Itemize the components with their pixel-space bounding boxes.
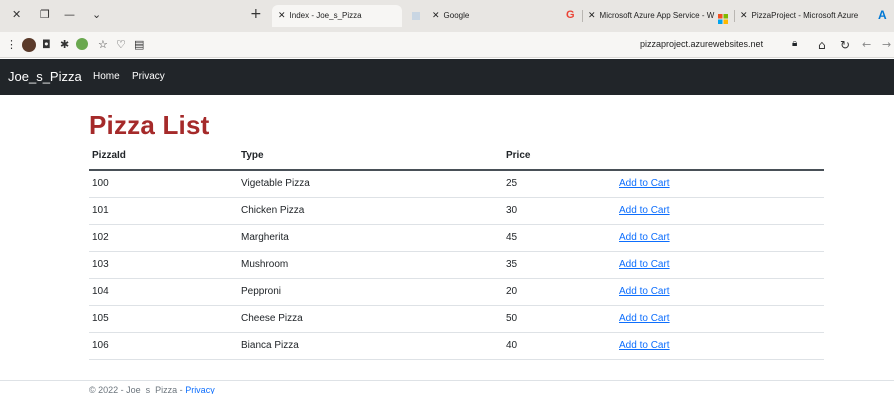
tab-azure-app-service[interactable]: ✕ Microsoft Azure App Service - W bbox=[588, 5, 716, 27]
nav-link-privacy[interactable]: Privacy bbox=[132, 71, 165, 82]
close-window-icon[interactable]: ✕ bbox=[12, 8, 21, 21]
cell-price: 20 bbox=[506, 286, 518, 297]
google-g-icon: G bbox=[566, 9, 575, 21]
window-icon[interactable]: ◘ bbox=[42, 38, 51, 52]
cell-type: Chicken Pizza bbox=[241, 205, 305, 216]
tab-google[interactable]: ✕ Google bbox=[432, 5, 522, 27]
add-to-cart-link[interactable]: Add to Cart bbox=[619, 340, 670, 351]
page-icon bbox=[412, 12, 420, 20]
cell-price: 30 bbox=[506, 205, 518, 216]
footer-text: © 2022 - Joe_s_Pizza - Privacy bbox=[89, 385, 215, 394]
cell-type: Mushroom bbox=[241, 259, 289, 270]
address-bar-url[interactable]: pizzaproject.azurewebsites.net bbox=[640, 39, 763, 49]
cell-pizzaid: 105 bbox=[92, 313, 109, 324]
add-to-cart-link[interactable]: Add to Cart bbox=[619, 232, 670, 243]
table-row: 103 Mushroom 35 Add to Cart bbox=[89, 252, 824, 279]
forward-arrow-icon[interactable]: → bbox=[882, 38, 891, 52]
extension-green-icon[interactable] bbox=[76, 38, 88, 50]
back-arrow-icon[interactable]: ← bbox=[862, 38, 871, 52]
column-header-type: Type bbox=[241, 150, 264, 161]
column-header-price: Price bbox=[506, 150, 531, 161]
menu-dots-icon[interactable]: ⋮ bbox=[6, 38, 17, 52]
browser-toolbar: ⋮ ◘ ✱ ☆ ♡ ▤ pizzaproject.azurewebsites.n… bbox=[0, 32, 894, 58]
tab-close-icon[interactable]: ✕ bbox=[588, 11, 596, 21]
cell-pizzaid: 104 bbox=[92, 286, 109, 297]
cell-type: Bianca Pizza bbox=[241, 340, 299, 351]
tab-close-icon[interactable]: ✕ bbox=[740, 11, 748, 21]
table-header-row: PizzaId Type Price bbox=[89, 143, 824, 171]
lock-icon[interactable]: 🔒︎ bbox=[792, 38, 797, 49]
tab-title: Microsoft Azure App Service - W bbox=[599, 11, 715, 20]
bookmark-star-icon[interactable]: ☆ bbox=[98, 38, 108, 52]
tab-title: Index - Joe_s_Pizza bbox=[289, 11, 362, 20]
cell-type: Cheese Pizza bbox=[241, 313, 303, 324]
profile-avatar-icon[interactable] bbox=[22, 38, 36, 52]
add-to-cart-link[interactable]: Add to Cart bbox=[619, 259, 670, 270]
cell-pizzaid: 100 bbox=[92, 178, 109, 189]
table-row: 106 Bianca Pizza 40 Add to Cart bbox=[89, 333, 824, 360]
cell-price: 25 bbox=[506, 178, 518, 189]
reload-icon[interactable]: ↻ bbox=[840, 38, 850, 52]
tab-list-chevron-icon[interactable]: ⌄ bbox=[92, 8, 101, 21]
site-footer: © 2022 - Joe_s_Pizza - Privacy bbox=[0, 380, 894, 394]
reading-list-icon[interactable]: ♡ bbox=[116, 38, 126, 52]
cell-type: Margherita bbox=[241, 232, 289, 243]
table-row: 104 Pepproni 20 Add to Cart bbox=[89, 279, 824, 306]
site-navbar: Joe_s_Pizza Home Privacy bbox=[0, 59, 894, 95]
home-icon[interactable]: ⌂ bbox=[818, 38, 826, 52]
tab-title: Google bbox=[443, 11, 470, 20]
extension-icon[interactable]: ✱ bbox=[60, 38, 69, 52]
restore-window-icon[interactable]: ❐ bbox=[40, 8, 50, 21]
tab-pizzaproject-azure[interactable]: ✕ PizzaProject - Microsoft Azure bbox=[740, 5, 870, 27]
add-to-cart-link[interactable]: Add to Cart bbox=[619, 286, 670, 297]
collections-icon[interactable]: ▤ bbox=[134, 38, 144, 52]
nav-link-home[interactable]: Home bbox=[93, 71, 120, 82]
table-row: 101 Chicken Pizza 30 Add to Cart bbox=[89, 198, 824, 225]
page-title: Pizza List bbox=[89, 110, 210, 140]
tab-separator bbox=[734, 10, 735, 22]
cell-price: 45 bbox=[506, 232, 518, 243]
cell-price: 50 bbox=[506, 313, 518, 324]
tab-index[interactable]: ✕ Index - Joe_s_Pizza bbox=[272, 5, 402, 27]
add-to-cart-link[interactable]: Add to Cart bbox=[619, 313, 670, 324]
azure-logo-icon: A bbox=[878, 8, 887, 22]
cell-pizzaid: 103 bbox=[92, 259, 109, 270]
browser-tab-strip: ✕ ❐ — ⌄ + ✕ Index - Joe_s_Pizza ✕ Google G… bbox=[0, 0, 894, 32]
add-to-cart-link[interactable]: Add to Cart bbox=[619, 178, 670, 189]
brand-link[interactable]: Joe_s_Pizza bbox=[8, 69, 82, 84]
tab-separator bbox=[582, 10, 583, 22]
cell-type: Pepproni bbox=[241, 286, 282, 297]
table-row: 100 Vigetable Pizza 25 Add to Cart bbox=[89, 171, 824, 198]
table-row: 102 Margherita 45 Add to Cart bbox=[89, 225, 824, 252]
new-tab-plus-icon[interactable]: + bbox=[250, 6, 262, 22]
tab-title: PizzaProject - Microsoft Azure bbox=[751, 11, 859, 20]
cell-pizzaid: 106 bbox=[92, 340, 109, 351]
cell-price: 35 bbox=[506, 259, 518, 270]
cell-price: 40 bbox=[506, 340, 518, 351]
tab-close-icon[interactable]: ✕ bbox=[432, 11, 440, 21]
pizza-table: PizzaId Type Price 100 Vigetable Pizza 2… bbox=[89, 143, 824, 360]
table-row: 105 Cheese Pizza 50 Add to Cart bbox=[89, 306, 824, 333]
cell-pizzaid: 102 bbox=[92, 232, 109, 243]
cell-pizzaid: 101 bbox=[92, 205, 109, 216]
tab-close-icon[interactable]: ✕ bbox=[278, 11, 286, 21]
add-to-cart-link[interactable]: Add to Cart bbox=[619, 205, 670, 216]
footer-copyright: © 2022 - Joe_s_Pizza - bbox=[89, 385, 186, 394]
column-header-pizzaid: PizzaId bbox=[92, 150, 126, 161]
footer-privacy-link[interactable]: Privacy bbox=[185, 385, 215, 394]
microsoft-logo-icon bbox=[718, 11, 728, 24]
minimize-window-icon[interactable]: — bbox=[64, 8, 75, 21]
cell-type: Vigetable Pizza bbox=[241, 178, 310, 189]
